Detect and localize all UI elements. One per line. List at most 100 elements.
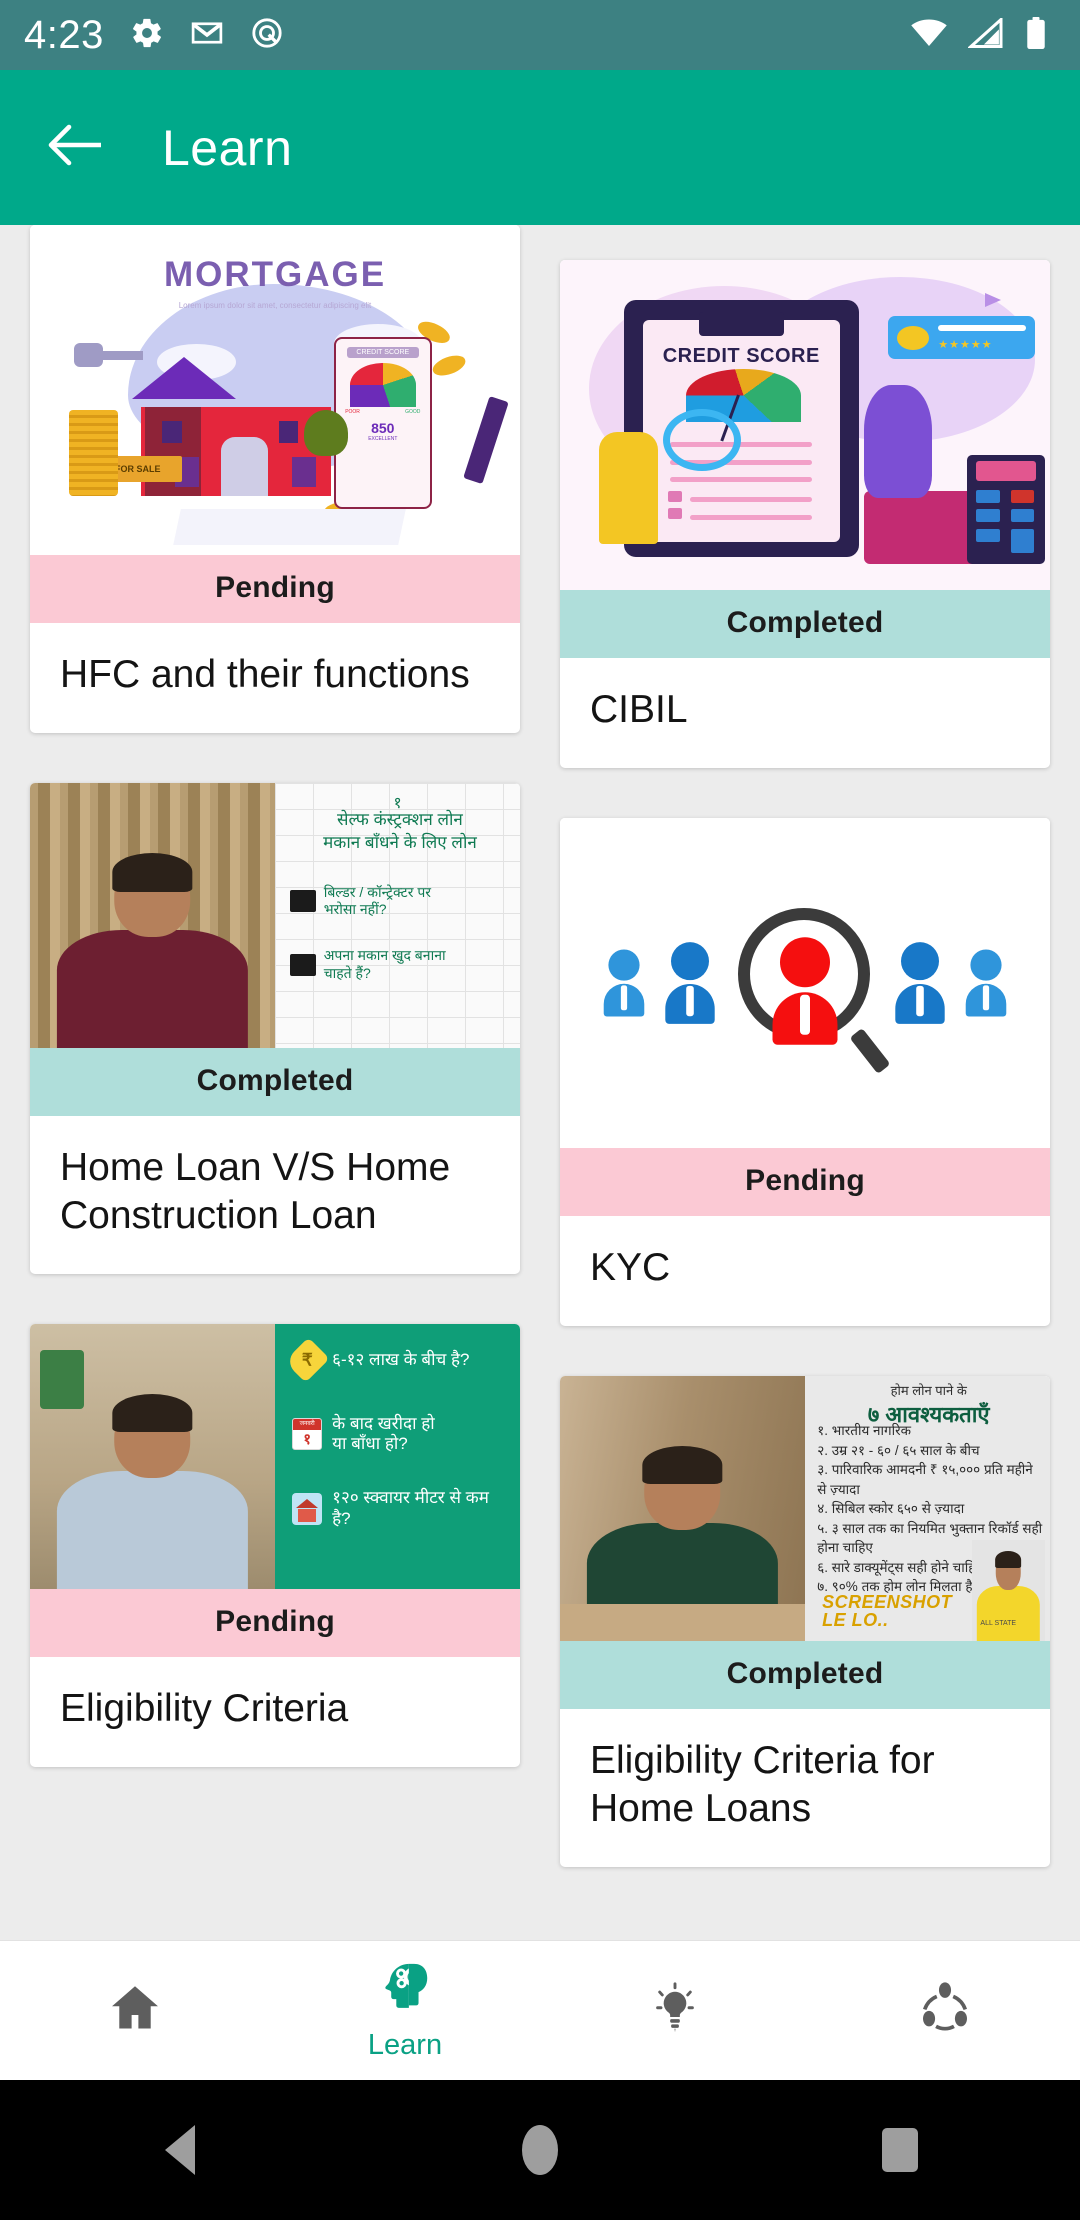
lesson-title: Home Loan V/S Home Construction Loan <box>60 1145 451 1237</box>
slide-list-item: ४. सिबिल स्कोर ६५० से ज़्यादा <box>817 1501 965 1517</box>
presenter-shirt <box>56 1470 249 1589</box>
credit-score-rating: EXCELLENT <box>368 436 398 443</box>
video-frame-slide: होम लोन पाने के ७ आवश्यकताएँ १. भारतीय न… <box>805 1375 1050 1641</box>
person-icon <box>603 949 645 1017</box>
lesson-card[interactable]: MORTGAGE Lorem ipsum dolor sit amet, con… <box>30 225 520 733</box>
presenter-figure <box>56 1394 249 1589</box>
lesson-card[interactable]: Pending KYC <box>560 817 1050 1326</box>
lesson-card[interactable]: ★★★★★ CREDIT SCORE Completed CIBIL <box>560 260 1050 768</box>
magnifier-handle <box>849 1027 891 1075</box>
nav-item-home[interactable] <box>0 1941 270 2080</box>
lesson-thumbnail: ₹ ६-१२ लाख के बीच है? जनवरी २०१७ १ के बाद… <box>30 1323 520 1589</box>
slide-point-text: बिल्डर / कॉन्ट्रेक्टर पर भरोसा नहीं? <box>323 883 432 918</box>
clipboard-clip <box>698 312 784 336</box>
slide-point-text: ६-१२ लाख के बीच है? <box>332 1349 470 1369</box>
app-bar: Learn <box>0 70 1080 225</box>
video-frame-presenter <box>30 782 275 1048</box>
key-graphic <box>74 341 143 371</box>
lesson-card[interactable]: ₹ ६-१२ लाख के बीच है? जनवरी २०१७ १ के बाद… <box>30 1323 520 1767</box>
video-frame-slide: १ सेल्फ कंस्ट्रक्शन लोन मकान बाँधने के ल… <box>275 782 520 1048</box>
lesson-thumbnail: ★★★★★ CREDIT SCORE <box>560 260 1050 590</box>
video-thumbnail-brick: १ सेल्फ कंस्ट्रक्शन लोन मकान बाँधने के ल… <box>30 782 520 1048</box>
slide-point-text: १२० स्क्वायर मीटर से कम है? <box>332 1488 489 1528</box>
inset-shirt-text: ALL STATE <box>980 1619 1017 1627</box>
lesson-grid-scroll[interactable]: MORTGAGE Lorem ipsum dolor sit amet, con… <box>0 225 1080 1940</box>
paper-plane-icon <box>985 293 1001 307</box>
presenter-hair <box>642 1446 723 1485</box>
briefcase-graphic <box>863 491 982 564</box>
lesson-card[interactable]: १ सेल्फ कंस्ट्रक्शन लोन मकान बाँधने के ल… <box>30 782 520 1274</box>
lesson-card[interactable]: होम लोन पाने के ७ आवश्यकताएँ १. भारतीय न… <box>560 1375 1050 1867</box>
mortgage-heading: MORTGAGE <box>163 254 387 294</box>
nav-item-tips[interactable] <box>540 1941 810 2080</box>
video-frame-presenter <box>30 1323 275 1589</box>
android-recents-button[interactable] <box>720 2128 1080 2172</box>
video-thumbnail-requirements: होम लोन पाने के ७ आवश्यकताएँ १. भारतीय न… <box>560 1375 1050 1641</box>
mortgage-subheading: Lorem ipsum dolor sit amet, consectetur … <box>178 300 372 310</box>
status-badge: Pending <box>560 1147 1050 1216</box>
mortgage-illustration: MORTGAGE Lorem ipsum dolor sit amet, con… <box>30 225 520 555</box>
back-arrow-icon <box>47 123 103 172</box>
coin <box>430 351 468 379</box>
lesson-thumbnail: MORTGAGE Lorem ipsum dolor sit amet, con… <box>30 225 520 555</box>
gauge-graphic <box>349 363 416 407</box>
status-badge: Completed <box>560 590 1050 658</box>
recents-square-icon <box>882 2128 918 2172</box>
back-button[interactable] <box>44 117 106 179</box>
rupee-tag-icon: ₹ <box>284 1337 330 1383</box>
lesson-title: HFC and their functions <box>60 653 470 696</box>
gauge-range: POOR GOOD <box>345 408 421 415</box>
phone-credit-score: CREDIT SCORE POOR GOOD 850 EXCELLENT <box>333 337 432 509</box>
lesson-title: CIBIL <box>590 688 688 731</box>
slide-point-text: के बाद खरीदा हो या बाँधा हो? <box>332 1414 435 1454</box>
lesson-title: Eligibility Criteria for Home Loans <box>590 1738 935 1830</box>
status-bar-clock: 4:23 <box>24 12 104 57</box>
android-home-button[interactable] <box>360 2125 720 2175</box>
slide-point: बिल्डर / कॉन्ट्रेक्टर पर भरोसा नहीं? <box>289 883 511 919</box>
lesson-thumbnail: १ सेल्फ कंस्ट्रक्शन लोन मकान बाँधने के ल… <box>30 782 520 1048</box>
home-icon <box>106 1979 164 2042</box>
credit-score-clipboard-illustration: ★★★★★ CREDIT SCORE <box>560 260 1050 590</box>
android-back-button[interactable] <box>0 2125 360 2175</box>
status-badge: Pending <box>30 555 520 623</box>
presenter-hair <box>112 853 193 892</box>
slide-list-item: २. उम्र २१ - ६० / ६५ साल के बीच <box>817 1442 980 1458</box>
status-badge: Completed <box>30 1047 520 1116</box>
bottom-navigation: Learn <box>0 1940 1080 2080</box>
home-pill-icon <box>522 2125 558 2175</box>
status-bar-left: 4:23 <box>24 13 284 58</box>
nav-item-network[interactable] <box>810 1941 1080 2080</box>
magnifier-focus-group <box>730 907 891 1075</box>
plant-graphic <box>304 409 349 456</box>
slide-point: अपना मकान खुद बनाना चाहते हैं? <box>289 947 511 982</box>
lightbulb-icon <box>646 1979 704 2042</box>
battery-full-icon <box>1024 16 1048 54</box>
lesson-thumbnail <box>560 817 1050 1148</box>
person-figure-right <box>863 385 933 498</box>
cell-signal-icon <box>967 15 1004 53</box>
person-figure-left <box>599 431 658 544</box>
status-badge: Pending <box>30 1588 520 1657</box>
status-bar-right <box>910 15 1056 54</box>
house-icon <box>292 1492 323 1525</box>
paper-graphic <box>173 508 407 546</box>
video-thumbnail-green: ₹ ६-१२ लाख के बीच है? जनवरी २०१७ १ के बाद… <box>30 1323 520 1589</box>
video-frame-presenter <box>560 1375 805 1641</box>
calendar-icon: जनवरी २०१७ १ <box>292 1418 323 1451</box>
presenter-shirt <box>56 929 249 1048</box>
nav-item-learn[interactable]: Learn <box>270 1941 540 2080</box>
phone-screen: 4:23 Learn MORTGAGE Lorem ipsum dolor si… <box>0 0 1080 2220</box>
group-network-icon <box>916 1979 974 2042</box>
head-gears-icon <box>376 1960 434 2023</box>
status-bar: 4:23 <box>0 0 1080 70</box>
page-title: Learn <box>162 119 293 176</box>
lesson-title: Eligibility Criteria <box>60 1686 349 1730</box>
pen-graphic <box>463 395 509 484</box>
contractor-icon <box>289 890 316 913</box>
kyc-people-magnifier-illustration <box>560 817 1050 1148</box>
person-icon <box>665 942 715 1024</box>
presenter-hair <box>112 1394 193 1433</box>
magnifier-icon <box>662 408 742 472</box>
grid-column-left: MORTGAGE Lorem ipsum dolor sit amet, con… <box>30 225 520 1917</box>
rating-card-graphic: ★★★★★ <box>888 316 1036 359</box>
